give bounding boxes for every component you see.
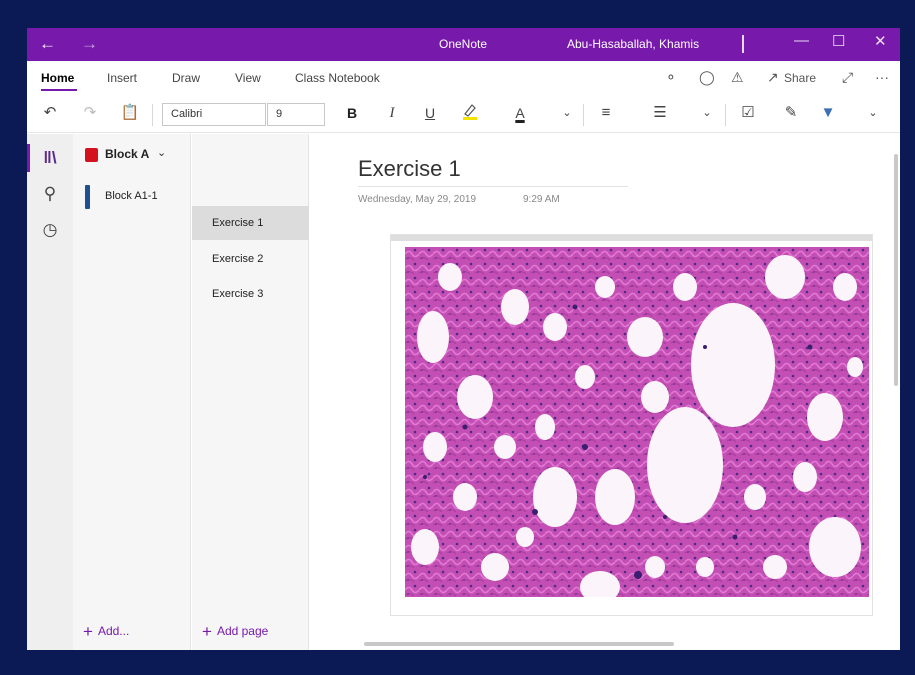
title-underline <box>358 186 628 187</box>
fullscreen-icon[interactable]: ⤢ <box>842 69 853 86</box>
page-item[interactable]: Exercise 3 <box>192 277 309 311</box>
share-button[interactable]: Share <box>784 71 816 85</box>
recent-clock-icon[interactable]: ◷ <box>27 220 73 240</box>
page-date: Wednesday, May 29, 2019 <box>358 194 477 205</box>
dictate-microphone-icon[interactable]: ▼ <box>817 101 839 125</box>
page-time: 9:29 AM <box>523 194 560 205</box>
section-label: Block A1-1 <box>105 190 158 202</box>
spelling-icon[interactable]: ✎ <box>780 101 802 125</box>
bullet-list-icon[interactable]: ≡ <box>595 101 617 125</box>
highlighter-icon[interactable] <box>459 101 481 125</box>
search-icon[interactable]: ⚲ <box>27 184 73 204</box>
tab-insert[interactable]: Insert <box>107 71 137 85</box>
plus-icon: + <box>83 622 93 641</box>
container-drag-handle[interactable] <box>391 235 872 241</box>
title-bar: ← → OneNote Abu-Hasaballah, Khamis — ☐ ✕ <box>27 28 900 61</box>
font-color-button[interactable]: A <box>509 101 531 125</box>
tag-icon[interactable]: ☑ <box>737 101 759 125</box>
maximize-icon[interactable]: ☐ <box>832 32 845 50</box>
home-toolbar: ↶ ↷ 📋 Calibri 9 B I U A ⌄ ≡ ☰ ⌄ ☑ ✎ ▼ ⌄ <box>27 95 900 133</box>
section-color-tab <box>85 185 90 209</box>
font-size-dropdown[interactable]: 9 <box>267 103 325 126</box>
tab-view[interactable]: View <box>235 71 261 85</box>
redo-icon[interactable]: ↷ <box>79 101 101 125</box>
onenote-window: ← → OneNote Abu-Hasaballah, Khamis — ☐ ✕… <box>27 28 900 650</box>
notebook-icon <box>85 148 98 162</box>
back-arrow-icon[interactable]: ← <box>39 33 56 55</box>
bold-button[interactable]: B <box>342 101 362 125</box>
add-page-button[interactable]: + Add page <box>202 622 268 642</box>
add-section-label: Add... <box>97 624 130 638</box>
histology-image[interactable] <box>405 247 869 597</box>
add-section-button[interactable]: + Add... <box>83 622 129 642</box>
page-item[interactable]: Exercise 2 <box>192 242 309 276</box>
image-container[interactable] <box>390 234 873 616</box>
numbered-list-icon[interactable]: ☰ <box>649 101 671 125</box>
toolbar-divider <box>583 104 584 126</box>
horizontal-scrollbar[interactable] <box>364 642 674 646</box>
notebooks-icon[interactable]: ‖\ <box>27 148 73 168</box>
close-icon[interactable]: ✕ <box>874 32 887 50</box>
add-page-label: Add page <box>216 624 269 638</box>
more-font-chevron-down-icon[interactable]: ⌄ <box>559 101 575 125</box>
chevron-down-icon: ⌄ <box>157 147 167 159</box>
lightbulb-icon[interactable]: ◯ <box>699 69 715 86</box>
plus-icon: + <box>202 622 212 641</box>
ribbon-tabs: Home Insert Draw View Class Notebook ⚬ ◯… <box>27 61 900 95</box>
feedback-icon[interactable]: ⚬ <box>665 69 677 86</box>
pages-pane: Exercise 1 Exercise 2 Exercise 3 + Add pa… <box>192 134 309 650</box>
clipboard-icon[interactable]: 📋 <box>119 101 141 125</box>
page-title[interactable]: Exercise 1 <box>358 156 461 182</box>
share-icon[interactable]: ↗ <box>767 69 779 86</box>
tab-class-notebook[interactable]: Class Notebook <box>295 71 380 85</box>
list-options-chevron-down-icon[interactable]: ⌄ <box>699 101 715 125</box>
font-name-dropdown[interactable]: Calibri <box>162 103 266 126</box>
app-title: OneNote <box>439 37 488 51</box>
toolbar-divider <box>725 104 726 126</box>
underline-button[interactable]: U <box>420 101 440 125</box>
toolbar-more-chevron-down-icon[interactable]: ⌄ <box>865 101 881 125</box>
toolbar-divider <box>152 104 153 126</box>
sections-pane: Block A ⌄ Block A1-1 + Add... <box>73 134 191 650</box>
titlebar-divider <box>742 35 744 53</box>
section-item[interactable]: Block A1-1 <box>73 182 191 212</box>
undo-icon[interactable]: ↶ <box>39 101 61 125</box>
tab-home[interactable]: Home <box>41 71 74 85</box>
more-options-icon[interactable]: ··· <box>875 69 889 85</box>
tab-draw[interactable]: Draw <box>172 71 200 85</box>
navigation-rail: ‖\ ⚲ ◷ <box>27 134 73 650</box>
forward-arrow-icon[interactable]: → <box>81 33 98 55</box>
page-canvas[interactable]: Exercise 1 Wednesday, May 29, 2019 9:29 … <box>310 134 900 650</box>
page-item[interactable]: Exercise 1 <box>192 206 309 240</box>
minimize-icon[interactable]: — <box>794 32 809 49</box>
notifications-bell-icon[interactable]: ⚠ <box>731 69 744 86</box>
italic-button[interactable]: I <box>382 101 402 125</box>
notebook-name: Block A <box>105 147 150 161</box>
active-tab-indicator <box>41 89 77 91</box>
vertical-scrollbar[interactable] <box>894 154 898 386</box>
user-name[interactable]: Abu-Hasaballah, Khamis <box>567 37 699 51</box>
